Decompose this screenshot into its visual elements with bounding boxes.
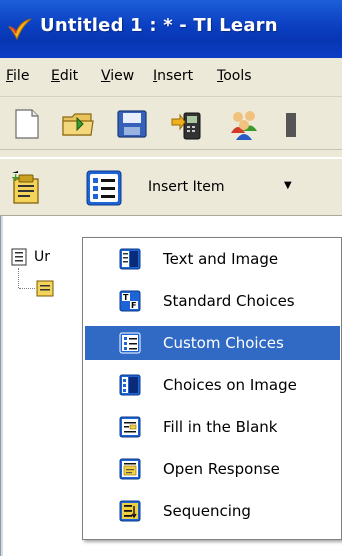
true-false-icon: T F xyxy=(119,290,141,312)
item-toolbar: + Insert Item ▼ xyxy=(0,158,342,216)
new-document-icon[interactable] xyxy=(8,107,44,141)
insert-page-icon[interactable]: + xyxy=(10,171,44,205)
window-title: Untitled 1 : * - TI Learn xyxy=(40,15,278,36)
menu-item-standard-choices[interactable]: T F Standard Choices xyxy=(85,284,340,318)
menu-item-label: Sequencing xyxy=(163,502,251,520)
svg-text:T: T xyxy=(123,293,129,302)
menu-item-choices-on-image[interactable]: Choices on Image xyxy=(85,368,340,402)
menu-item-label: Standard Choices xyxy=(163,292,295,310)
menu-item-label: Open Response xyxy=(163,460,280,478)
menu-item-sequencing[interactable]: Sequencing xyxy=(85,494,340,528)
open-folder-icon[interactable] xyxy=(60,107,96,141)
menu-item-label: Fill in the Blank xyxy=(163,418,278,436)
svg-text:F: F xyxy=(131,301,136,310)
toolbar-overflow-icon[interactable] xyxy=(282,107,302,141)
tree-connector xyxy=(19,288,35,289)
menu-tools[interactable]: Tools xyxy=(217,68,252,84)
document-page-icon xyxy=(11,248,27,266)
menu-item-text-and-image[interactable]: Text and Image xyxy=(85,242,340,276)
page-item-icon[interactable] xyxy=(35,278,55,298)
menu-item-open-response[interactable]: Open Response xyxy=(85,452,340,486)
insert-item-button[interactable]: Insert Item ▼ xyxy=(84,168,292,208)
save-disk-icon[interactable] xyxy=(114,107,150,141)
class-users-icon[interactable] xyxy=(226,107,262,141)
menu-item-label: Text and Image xyxy=(163,250,279,268)
custom-list-icon xyxy=(86,170,122,206)
chevron-down-icon: ▼ xyxy=(284,180,292,191)
toolbar-separator xyxy=(0,150,342,158)
menu-item-label: Custom Choices xyxy=(163,334,284,352)
text-image-icon xyxy=(119,248,141,270)
title-bar[interactable]: Untitled 1 : * - TI Learn xyxy=(0,0,342,58)
custom-list-icon xyxy=(119,332,141,354)
menu-item-fill-in-the-blank[interactable]: Fill in the Blank xyxy=(85,410,340,444)
menu-insert[interactable]: Insert xyxy=(153,68,193,84)
tree-connector xyxy=(18,268,19,288)
app-checkmark-icon xyxy=(8,18,32,41)
open-response-icon xyxy=(119,458,141,480)
fill-blank-icon xyxy=(119,416,141,438)
insert-item-menu: Text and Image T F Standard Choices Cust… xyxy=(82,237,342,540)
menu-edit[interactable]: Edit xyxy=(51,68,78,84)
menu-file[interactable]: File xyxy=(6,68,29,84)
menu-view[interactable]: View xyxy=(101,68,134,84)
svg-text:+: + xyxy=(11,171,20,184)
tree-root-label[interactable]: Ur xyxy=(34,249,50,265)
menu-bar: File Edit View Insert Tools xyxy=(0,58,342,96)
send-to-calculator-icon[interactable] xyxy=(170,107,206,141)
main-toolbar xyxy=(0,96,342,150)
menu-item-custom-choices[interactable]: Custom Choices xyxy=(85,326,340,360)
menu-item-label: Choices on Image xyxy=(163,376,297,394)
insert-item-label: Insert Item xyxy=(148,179,225,195)
tree-border xyxy=(1,216,3,556)
sequencing-icon xyxy=(119,500,141,522)
image-choices-icon xyxy=(119,374,141,396)
